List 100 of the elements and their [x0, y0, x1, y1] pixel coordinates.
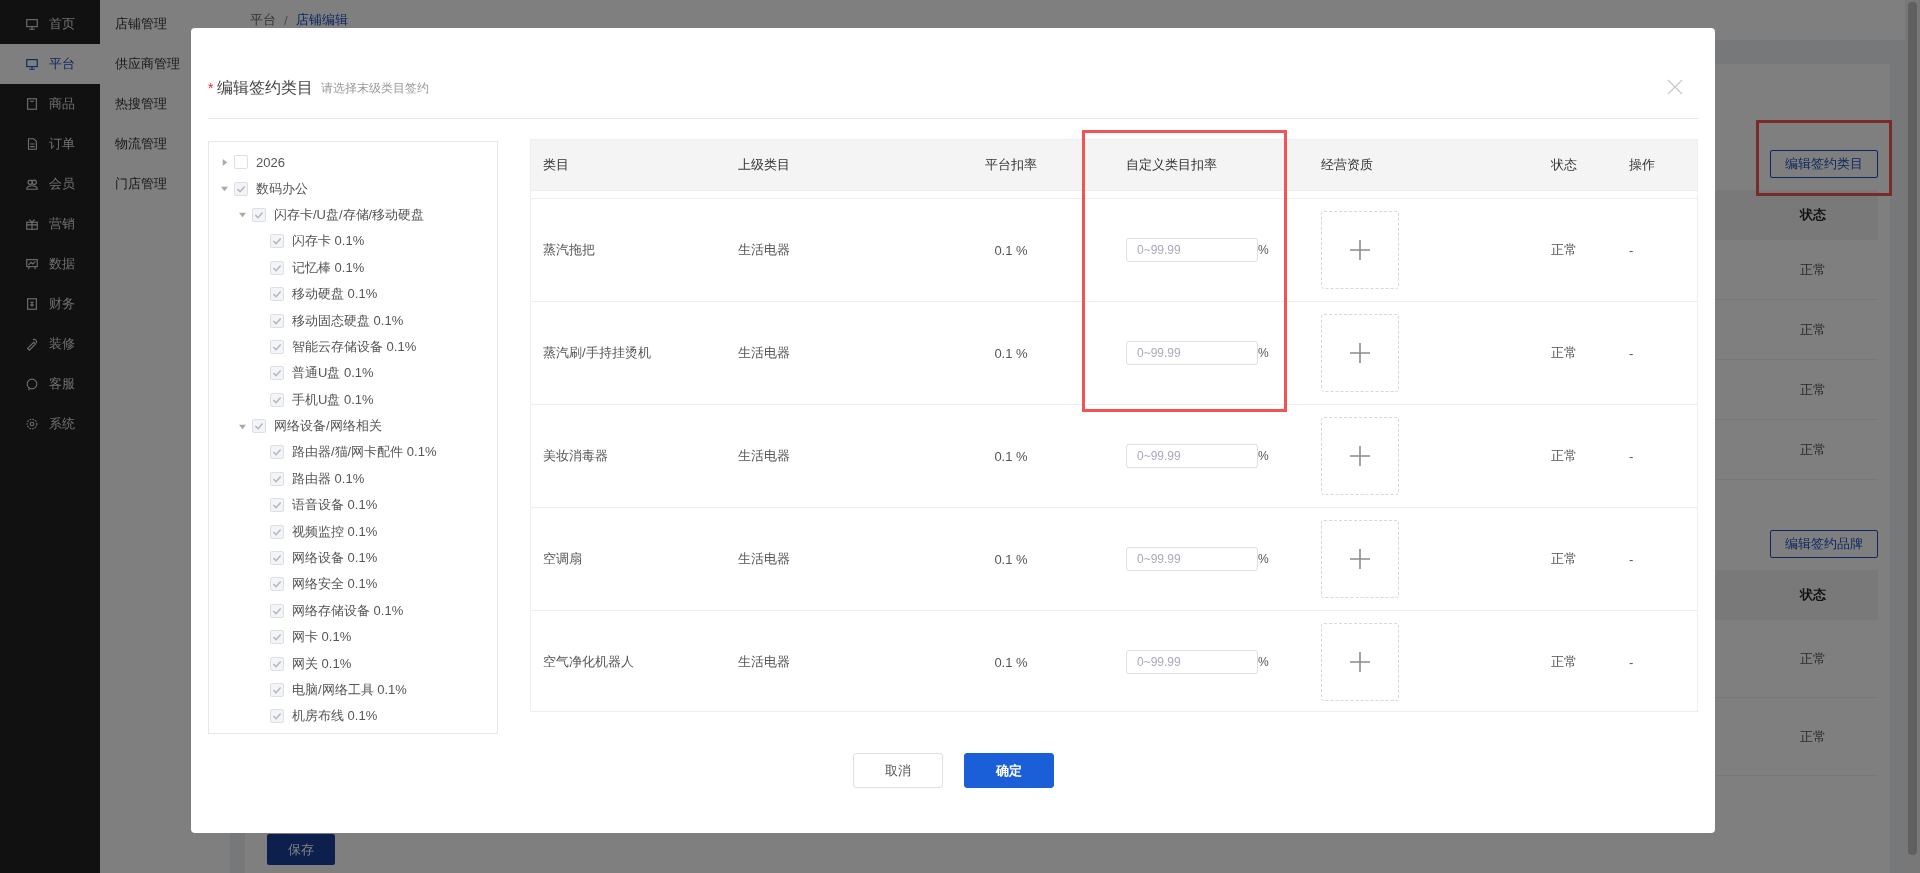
checkbox[interactable] [270, 366, 284, 381]
checkbox[interactable] [270, 313, 284, 328]
chart-icon [25, 257, 39, 271]
table-cell-text: 正常 [1799, 260, 1827, 279]
dialog-hint: 请选择末级类目签约 [321, 79, 430, 97]
unit-label: % [1258, 346, 1269, 360]
rate-input[interactable]: 0~99.99 [1126, 238, 1258, 262]
table-cell-text: 生活电器 [737, 447, 791, 465]
tree-item[interactable]: 机房布线 0.1% [292, 707, 378, 726]
dialog-title: 编辑签约类目 [217, 77, 314, 98]
tree-item[interactable]: 路由器/猫/网卡配件 0.1% [292, 443, 437, 462]
checkbox[interactable] [270, 234, 284, 249]
tree-item[interactable]: 闪存卡 0.1% [292, 232, 365, 251]
table-cell-text: 0.1 % [993, 448, 1029, 464]
table-cell-text: 空调扇 [542, 550, 583, 568]
save-button[interactable]: 保存 [267, 834, 335, 865]
sidebar-item[interactable]: 会员 [0, 164, 100, 204]
required-mark: * [208, 80, 214, 96]
checkbox[interactable] [234, 155, 248, 170]
close-icon[interactable] [1667, 79, 1683, 95]
sidebar-item[interactable]: 平台 [0, 44, 100, 84]
checkbox[interactable] [270, 683, 284, 697]
table-cell-text: 美妆消毒器 [542, 447, 609, 465]
table-cell-text: 正常 [1799, 727, 1827, 746]
tree-item[interactable]: 网卡 0.1% [292, 628, 352, 647]
checkbox[interactable] [270, 577, 284, 592]
upload-box[interactable] [1321, 211, 1399, 289]
tree-item[interactable]: 2026 [256, 154, 285, 170]
checkbox[interactable] [270, 630, 284, 645]
rate-input[interactable]: 0~99.99 [1126, 444, 1258, 468]
tree-item[interactable]: 视频监控 0.1% [292, 522, 378, 541]
column-header: 类目 [542, 156, 570, 174]
upload-box[interactable] [1321, 314, 1399, 392]
tree-item[interactable]: 语音设备 0.1% [292, 496, 378, 515]
sidebar-item[interactable]: 装修 [0, 324, 100, 364]
tree-item[interactable]: 记忆棒 0.1% [292, 258, 365, 277]
caret-down-icon[interactable] [221, 185, 228, 193]
checkbox[interactable] [270, 524, 284, 539]
table-cell-text: 0.1 % [993, 654, 1029, 670]
tree-item[interactable]: 普通U盘 0.1% [292, 364, 374, 383]
upload-box[interactable] [1321, 623, 1399, 701]
upload-box[interactable] [1321, 520, 1399, 598]
edit-button[interactable]: 编辑签约类目 [1770, 150, 1878, 178]
sidebar-item[interactable]: 营销 [0, 204, 100, 244]
table-cell-text: 正常 [1550, 241, 1578, 259]
scrollbar[interactable] [1905, 0, 1920, 873]
upload-box[interactable] [1321, 417, 1399, 495]
monitor-icon [25, 57, 39, 71]
tree-item[interactable]: 网络设备/网络相关 [274, 417, 382, 436]
table-cell-text: 生活电器 [737, 344, 791, 362]
table-cell-text: - [1628, 242, 1635, 258]
checkbox[interactable] [270, 392, 284, 407]
tree-item[interactable]: 网络存储设备 0.1% [292, 601, 404, 620]
checkbox[interactable] [234, 181, 248, 196]
checkbox[interactable] [252, 207, 266, 222]
plus-icon [1348, 238, 1372, 262]
sidebar-item[interactable]: 财务 [0, 284, 100, 324]
tree-item[interactable]: 数码办公 [256, 179, 308, 198]
caret-right-icon[interactable] [221, 158, 228, 166]
checkbox[interactable] [270, 498, 284, 513]
cancel-button[interactable]: 取消 [852, 753, 943, 788]
checkbox[interactable] [270, 445, 284, 460]
sidebar-item[interactable]: 客服 [0, 364, 100, 404]
column-header: 自定义类目扣率 [1125, 156, 1218, 174]
checkbox[interactable] [270, 709, 284, 724]
sidebar-item[interactable]: 系统 [0, 404, 100, 444]
checkbox[interactable] [252, 419, 266, 434]
tree-item[interactable]: 网络安全 0.1% [292, 575, 378, 594]
tree-item[interactable]: 电脑/网络工具 0.1% [292, 681, 407, 699]
table-cell-text: 0.1 % [993, 551, 1029, 567]
edit-button[interactable]: 编辑签约品牌 [1770, 530, 1878, 558]
tree-item[interactable]: 智能云存储设备 0.1% [292, 337, 417, 356]
unit-label: % [1258, 552, 1269, 566]
rate-input[interactable]: 0~99.99 [1126, 650, 1258, 674]
checkbox[interactable] [270, 603, 284, 618]
tree-item[interactable]: 网关 0.1% [292, 654, 352, 673]
checkbox[interactable] [270, 656, 284, 671]
sidebar-item[interactable]: 商品 [0, 84, 100, 124]
column-header: 平台扣率 [984, 156, 1038, 174]
checkbox[interactable] [270, 287, 284, 302]
sidebar-item[interactable]: 首页 [0, 4, 100, 44]
rate-input[interactable]: 0~99.99 [1126, 341, 1258, 365]
sidebar-item[interactable]: 数据 [0, 244, 100, 284]
checkbox[interactable] [270, 339, 284, 354]
checkbox[interactable] [270, 551, 284, 566]
document-icon [25, 137, 39, 151]
rate-input[interactable]: 0~99.99 [1126, 547, 1258, 571]
breadcrumb-item[interactable]: 店铺编辑 [295, 11, 348, 29]
sidebar-item[interactable]: 订单 [0, 124, 100, 164]
tree-item[interactable]: 闪存卡/U盘/存储/移动硬盘 [274, 205, 425, 224]
confirm-button[interactable]: 确定 [963, 753, 1054, 788]
tree-item[interactable]: 移动固态硬盘 0.1% [292, 311, 404, 330]
tree-item[interactable]: 路由器 0.1% [292, 469, 365, 488]
checkbox[interactable] [270, 260, 284, 275]
table-cell-text: - [1628, 345, 1635, 361]
submenu-item[interactable]: 店铺管理 [100, 4, 230, 44]
checkbox[interactable] [270, 471, 284, 486]
tree-item[interactable]: 手机U盘 0.1% [292, 390, 374, 409]
tree-item[interactable]: 网络设备 0.1% [292, 549, 378, 568]
tree-item[interactable]: 移动硬盘 0.1% [292, 285, 378, 304]
